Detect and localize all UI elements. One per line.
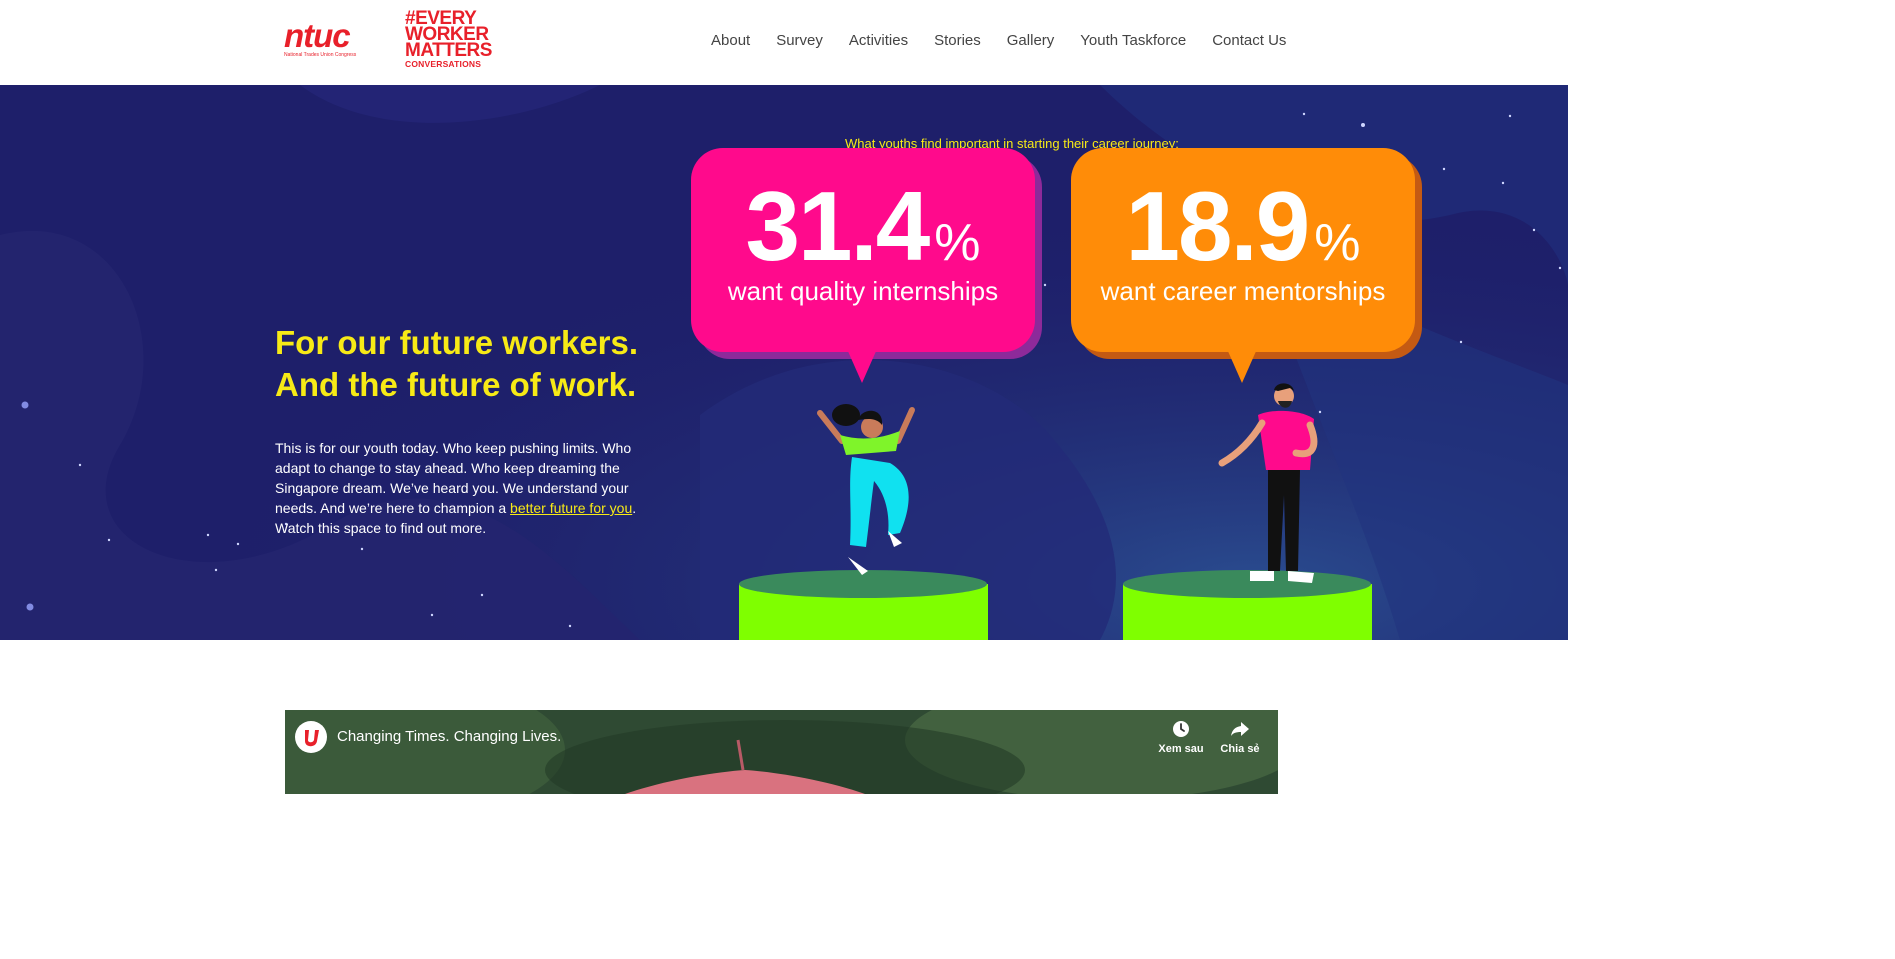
star: [430, 613, 434, 617]
star: [21, 401, 29, 409]
share-button[interactable]: Chia sẻ: [1213, 720, 1267, 755]
nav-youth-taskforce[interactable]: Youth Taskforce: [1067, 31, 1199, 51]
podium-right: [1123, 570, 1372, 640]
headline-line-2: And the future of work.: [275, 366, 637, 403]
star: [1361, 123, 1365, 127]
podium-left: [739, 570, 988, 640]
nav-survey[interactable]: Survey: [763, 31, 836, 51]
stat-value: 31.4: [745, 171, 931, 281]
hero-headline: For our future workers. And the future o…: [275, 322, 695, 406]
stat-value-row: 18.9%: [1071, 176, 1415, 276]
stat-bubble-internships: 31.4% want quality internships: [691, 148, 1035, 352]
star: [107, 538, 111, 542]
clock-icon: [1173, 721, 1189, 737]
share-arrow-icon: [1231, 722, 1249, 736]
bubble-tail: [847, 349, 877, 383]
stat-value: 18.9: [1125, 171, 1311, 281]
channel-logo[interactable]: [295, 721, 327, 753]
watch-later-button[interactable]: Xem sau: [1154, 720, 1208, 755]
stat-unit: %: [1314, 214, 1361, 272]
star: [1442, 167, 1446, 171]
star: [1318, 410, 1322, 414]
stat-label: want career mentorships: [1100, 276, 1386, 306]
nav-about[interactable]: About: [698, 31, 763, 51]
star: [1501, 181, 1505, 185]
stat-bubble-mentorships: 18.9% want career mentorships: [1071, 148, 1415, 352]
star: [78, 463, 82, 467]
stat-value-row: 31.4%: [691, 176, 1035, 276]
stat-unit: %: [934, 214, 981, 272]
stat-label: want quality internships: [727, 276, 999, 306]
main-nav: About Survey Activities Stories Gallery …: [698, 31, 1299, 51]
share-label: Chia sẻ: [1220, 743, 1260, 755]
star: [1302, 112, 1306, 116]
nav-stories[interactable]: Stories: [921, 31, 994, 51]
star: [1508, 114, 1512, 118]
ntuc-u-icon: [305, 730, 319, 747]
star: [1532, 228, 1536, 232]
star: [1459, 340, 1463, 344]
star: [1558, 266, 1562, 270]
video-title[interactable]: Changing Times. Changing Lives.: [337, 728, 561, 745]
video-thumbnail: [285, 710, 1278, 794]
nav-contact-us[interactable]: Contact Us: [1199, 31, 1299, 51]
star: [236, 542, 240, 546]
star: [214, 568, 218, 572]
every-worker-matters-logo[interactable]: #EVERY WORKER MATTERS CONVERSATIONS: [405, 9, 495, 73]
nav-gallery[interactable]: Gallery: [994, 31, 1068, 51]
hero-paragraph: This is for our youth today. Who keep pu…: [275, 438, 645, 538]
better-future-link[interactable]: better future for you: [510, 500, 632, 516]
bubble-tail: [1227, 349, 1257, 383]
headline-line-1: For our future workers.: [275, 324, 639, 361]
star: [206, 533, 210, 537]
watch-later-label: Xem sau: [1158, 743, 1204, 755]
nav-activities[interactable]: Activities: [836, 31, 921, 51]
star: [360, 547, 364, 551]
star: [1043, 283, 1047, 287]
star: [26, 603, 34, 611]
ntuc-logo-subtitle: National Trades Union Congress: [284, 52, 357, 58]
star: [480, 593, 484, 597]
ntuc-logo[interactable]: ntuc National Trades Union Congress: [284, 18, 370, 62]
embedded-video[interactable]: Changing Times. Changing Lives. Xem sau …: [285, 710, 1278, 794]
ntuc-logo-text: ntuc: [284, 17, 351, 54]
logo-line: MATTERS: [405, 40, 492, 61]
site-header: ntuc National Trades Union Congress #EVE…: [0, 0, 1568, 85]
star: [568, 624, 572, 628]
